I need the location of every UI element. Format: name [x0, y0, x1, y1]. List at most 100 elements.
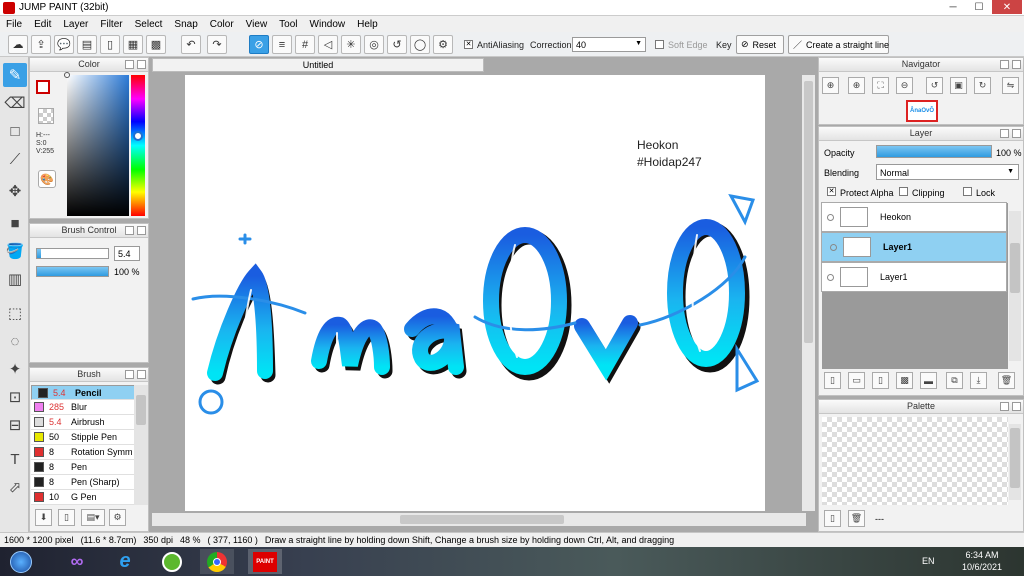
color-picker-cursor[interactable]	[64, 72, 70, 78]
panel-close-icon[interactable]	[137, 226, 146, 235]
brush-settings-icon[interactable]: ⚙	[109, 509, 126, 526]
panel-close-icon[interactable]	[137, 60, 146, 69]
scrollbar-thumb[interactable]	[804, 81, 813, 343]
menu-view[interactable]: View	[240, 19, 274, 30]
clipping-checkbox[interactable]	[899, 187, 908, 196]
message-icon[interactable]: ▤	[77, 35, 97, 54]
brush-item[interactable]: 8 Pen (Sharp)	[31, 475, 146, 490]
lasso-tool-icon[interactable]: ◌	[3, 329, 27, 353]
brush-list-scrollbar[interactable]	[134, 385, 148, 505]
palette-scrollbar[interactable]	[1009, 424, 1021, 500]
undo-icon[interactable]: ↶	[181, 35, 201, 54]
panel-float-icon[interactable]	[125, 370, 134, 379]
duplicate-layer-icon[interactable]: ⧉	[946, 372, 963, 389]
palette-swatches-area[interactable]	[822, 417, 1008, 505]
line-tool-icon[interactable]: ⟋	[3, 147, 27, 171]
soft-edge-checkbox[interactable]	[655, 40, 664, 49]
document-tab[interactable]: Untitled	[152, 58, 484, 72]
brush-item[interactable]: 285 Blur	[31, 400, 146, 415]
transparent-color-swatch[interactable]	[38, 108, 54, 124]
visibility-icon[interactable]	[827, 273, 834, 281]
grid-export-icon[interactable]: ▩	[146, 35, 166, 54]
delete-layer-icon[interactable]: 🗑	[998, 372, 1015, 389]
menu-edit[interactable]: Edit	[28, 19, 57, 30]
new-layer-8bit-icon[interactable]: ▭	[848, 372, 865, 389]
panel-float-icon[interactable]	[125, 226, 134, 235]
saturation-value-field[interactable]	[64, 72, 129, 216]
snap-off-icon[interactable]: ⊘	[249, 35, 269, 54]
reset-button[interactable]: ⊘ Reset	[736, 35, 784, 54]
menu-window[interactable]: Window	[304, 19, 352, 30]
flip-horizontal-icon[interactable]: ⇋	[1002, 77, 1019, 94]
panel-close-icon[interactable]	[1012, 402, 1021, 411]
foreground-color-swatch[interactable]	[36, 80, 50, 94]
pages-icon[interactable]: ▦	[123, 35, 143, 54]
reset-rotation-icon[interactable]: ▣	[950, 77, 967, 94]
page-icon[interactable]: ▯	[100, 35, 120, 54]
rectangle-fill-tool-icon[interactable]: ■	[3, 211, 27, 235]
layer-list-scrollbar[interactable]	[1009, 211, 1021, 361]
brush-item[interactable]: 10 G Pen	[31, 490, 146, 505]
comment-icon[interactable]: 💬	[54, 35, 74, 54]
zoom-in-icon[interactable]: ⊕	[822, 77, 839, 94]
new-palette-icon[interactable]: ▯	[824, 510, 841, 527]
panel-float-icon[interactable]	[1000, 60, 1009, 69]
chrome-icon[interactable]	[200, 549, 234, 574]
grid-snap-icon[interactable]: #	[295, 35, 315, 54]
operation-tool-icon[interactable]: ⬀	[3, 475, 27, 499]
zoom-out-icon[interactable]: ⊖	[896, 77, 913, 94]
visual-studio-icon[interactable]: ∞	[60, 549, 94, 574]
language-indicator[interactable]: EN	[922, 556, 935, 566]
clock[interactable]: 6:34 AM 10/6/2021	[952, 549, 1012, 573]
select-eraser-tool-icon[interactable]: ⊟	[3, 413, 27, 437]
visibility-icon[interactable]	[830, 243, 837, 251]
menu-color[interactable]: Color	[204, 19, 240, 30]
layer-opacity-slider[interactable]	[876, 145, 992, 158]
menu-filter[interactable]: Filter	[94, 19, 128, 30]
brush-item[interactable]: 8 Rotation Symm	[31, 445, 146, 460]
pen-tool-icon[interactable]: ✎	[3, 63, 27, 87]
menu-select[interactable]: Select	[129, 19, 169, 30]
close-button[interactable]: ✕	[992, 0, 1022, 14]
text-tool-icon[interactable]: T	[3, 447, 27, 471]
menu-layer[interactable]: Layer	[57, 19, 94, 30]
ellipse-snap-icon[interactable]: ◯	[410, 35, 430, 54]
delete-palette-icon[interactable]: 🗑	[848, 510, 865, 527]
layer-row[interactable]: Heokon	[821, 202, 1007, 232]
concentric-snap-icon[interactable]: ◎	[364, 35, 384, 54]
scrollbar-thumb[interactable]	[136, 395, 146, 425]
halftone-layer-icon[interactable]: ▩	[896, 372, 913, 389]
move-tool-icon[interactable]: ✥	[3, 179, 27, 203]
perspective-snap-icon[interactable]: ◁	[318, 35, 338, 54]
brush-item[interactable]: 5.4 Pencil	[31, 385, 146, 400]
jump-paint-taskbar-icon[interactable]: PAINT	[248, 549, 282, 574]
start-button[interactable]	[4, 549, 38, 574]
rect-select-tool-icon[interactable]: ⬚	[3, 301, 27, 325]
hue-slider-handle[interactable]	[133, 131, 143, 141]
new-layer-1bit-icon[interactable]: ▯	[872, 372, 889, 389]
bucket-tool-icon[interactable]: 🪣	[3, 239, 27, 263]
select-pen-tool-icon[interactable]: ⊡	[3, 385, 27, 409]
visibility-icon[interactable]	[827, 213, 834, 221]
scrollbar-thumb[interactable]	[400, 515, 564, 524]
canvas-paper[interactable]: Heokon #Hoidap247	[185, 75, 765, 511]
hue-slider[interactable]	[131, 75, 145, 216]
new-layer-icon[interactable]: ▯	[824, 372, 841, 389]
magic-wand-tool-icon[interactable]: ✦	[3, 357, 27, 381]
cloud-icon[interactable]: ☁	[8, 35, 28, 54]
canvas-vertical-scrollbar[interactable]	[802, 75, 815, 511]
antialiasing-checkbox[interactable]: ✕	[464, 40, 473, 49]
redo-icon[interactable]: ↷	[207, 35, 227, 54]
panel-float-icon[interactable]	[1000, 402, 1009, 411]
menu-snap[interactable]: Snap	[168, 19, 203, 30]
rotate-right-icon[interactable]: ↻	[974, 77, 991, 94]
coc-coc-icon[interactable]	[155, 549, 189, 574]
new-brush-icon[interactable]: ▯	[58, 509, 75, 526]
brush-size-input[interactable]: 5.4	[114, 246, 140, 261]
menu-help[interactable]: Help	[351, 19, 384, 30]
protect-alpha-checkbox[interactable]: ✕	[827, 187, 836, 196]
panel-close-icon[interactable]	[137, 370, 146, 379]
menu-file[interactable]: File	[0, 19, 28, 30]
fit-window-icon[interactable]: ⛶	[872, 77, 889, 94]
brush-item[interactable]: 8 Pen	[31, 460, 146, 475]
